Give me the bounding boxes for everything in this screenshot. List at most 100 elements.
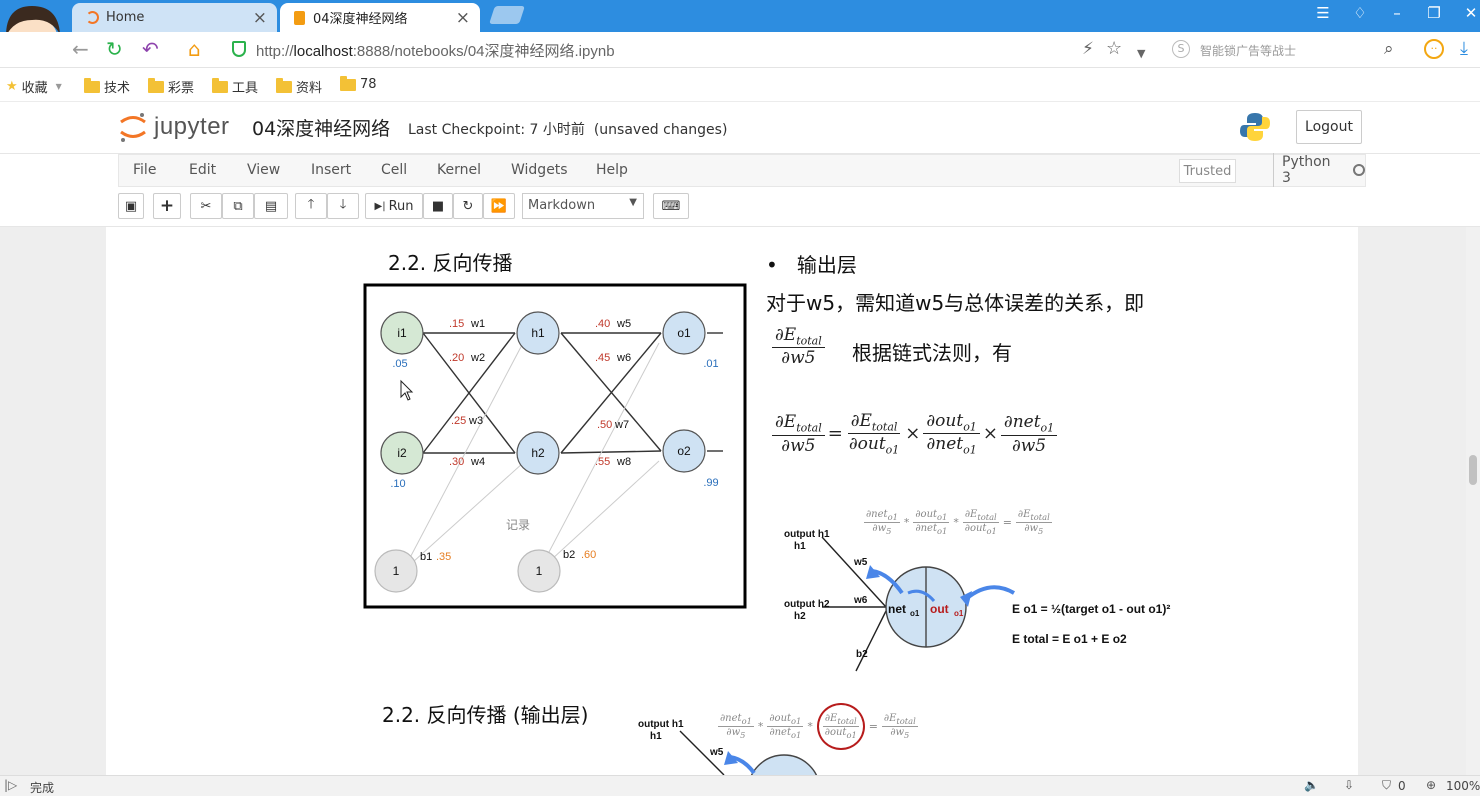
jupyter-logo[interactable]: jupyter: [118, 110, 230, 144]
restart-icon[interactable]: ↻: [453, 193, 483, 219]
tab-notebook[interactable]: 04深度神经网络 ×: [280, 3, 480, 32]
tab-home[interactable]: Home ×: [72, 3, 277, 32]
url-field[interactable]: http://localhost:8888/notebooks/04深度神经网络…: [256, 40, 615, 61]
logout-button[interactable]: Logout: [1296, 110, 1362, 144]
move-up-icon[interactable]: 🡑: [295, 193, 327, 219]
zoom-icon[interactable]: ⊕: [1426, 778, 1436, 792]
node-o2: o2: [677, 444, 691, 458]
back-icon[interactable]: ←: [72, 38, 89, 60]
bookmark-folder[interactable]: 78: [340, 75, 377, 92]
sidebar-toggle-icon[interactable]: |▷: [4, 778, 17, 792]
target-value-o2: .99: [703, 477, 718, 489]
menu-widgets[interactable]: Widgets: [511, 162, 568, 178]
search-icon[interactable]: ⌕: [1384, 38, 1394, 60]
restore-icon[interactable]: ❐: [1423, 4, 1445, 22]
trusted-badge[interactable]: Trusted: [1179, 159, 1236, 183]
weight-w4-value: .30: [449, 456, 464, 468]
label-w6: w6: [853, 595, 868, 606]
run-button[interactable]: ▶| Run: [365, 193, 423, 219]
notebook-title[interactable]: 04深度神经网络: [252, 114, 390, 141]
bookmark-folder[interactable]: 工具: [212, 77, 258, 96]
save-icon[interactable]: ▣: [118, 193, 144, 219]
menu-file[interactable]: File: [133, 162, 156, 178]
scrollbar-thumb[interactable]: [1469, 455, 1477, 485]
add-cell-icon[interactable]: +: [153, 193, 181, 219]
weight-w7-value: .50: [597, 419, 612, 431]
vertical-scrollbar[interactable]: [1466, 227, 1480, 775]
close-window-icon[interactable]: ✕: [1460, 4, 1480, 22]
notebook-content: 2.2. 反向传播 i1 i2 h1 h2 o1 o2 1 1 .05 .10 …: [0, 227, 1480, 775]
status-text: 完成: [30, 781, 55, 795]
folder-icon: [148, 77, 164, 93]
download-icon[interactable]: ⤓: [1460, 38, 1468, 60]
cut-icon[interactable]: ✂: [190, 193, 222, 219]
bookmark-folder[interactable]: 彩票: [148, 77, 194, 96]
menu-help[interactable]: Help: [596, 162, 628, 178]
adblock-count: 0: [1398, 779, 1406, 793]
menu-view[interactable]: View: [247, 162, 280, 178]
node-i1: i1: [397, 326, 407, 340]
output-neuron-diagram: output h1 h1 output h2 h2 w5 w6 b2 net o…: [784, 529, 1170, 672]
move-down-icon[interactable]: 🡓: [327, 193, 359, 219]
bookmark-folder[interactable]: 技术: [84, 77, 130, 96]
label-output-h2: output h2: [784, 599, 830, 610]
search-input[interactable]: 智能锁广告等战士: [1200, 42, 1296, 59]
minimize-icon[interactable]: –: [1386, 4, 1408, 22]
output-neuron-diagram-2: output h1 h1 w5: [638, 719, 818, 775]
svg-text:o1: o1: [954, 609, 964, 618]
paste-icon[interactable]: ▤: [254, 193, 288, 219]
folder-icon: [276, 77, 292, 93]
browser-tab-bar: Home × 04深度神经网络 × ☰ ♢ – ❐ ✕: [0, 0, 1480, 32]
text-w5-relation: 对于w5，需知道w5与总体误差的关系，即: [766, 291, 1145, 315]
bias-b1-value: .35: [436, 551, 451, 563]
weight-w6-name: w6: [616, 352, 631, 364]
copy-icon[interactable]: ⧉: [222, 193, 254, 219]
label-b2: b2: [856, 649, 868, 660]
skin-icon[interactable]: ♢: [1349, 4, 1371, 22]
close-icon[interactable]: ×: [456, 8, 470, 28]
new-tab-button[interactable]: [489, 6, 525, 24]
star-icon[interactable]: ☆: [1106, 38, 1122, 60]
restart-run-all-icon[interactable]: ⏩: [483, 193, 515, 219]
bookmarks-bar: ★ 收藏 ▼ 技术 彩票 工具 资料 78: [0, 68, 1480, 102]
sound-icon[interactable]: 🔈: [1304, 778, 1319, 792]
close-icon[interactable]: ×: [253, 8, 267, 28]
refresh-icon[interactable]: ↻: [106, 38, 123, 60]
equation-eo1: E o1 = ½(target o1 - out o1)²: [1012, 602, 1170, 616]
lightning-icon[interactable]: ⚡: [1082, 38, 1094, 60]
zoom-level[interactable]: 100%: [1446, 779, 1480, 793]
svg-text:h2: h2: [794, 611, 806, 622]
watermark-text: 记录: [506, 518, 530, 532]
bookmark-folder[interactable]: 资料: [276, 77, 322, 96]
weight-w8-name: w8: [616, 456, 631, 468]
undo-icon[interactable]: ↶: [142, 38, 159, 60]
weight-w5-value: .40: [595, 318, 610, 330]
folder-icon: [84, 77, 100, 93]
dropdown-icon[interactable]: ▼: [1137, 43, 1145, 65]
weight-w5-name: w5: [616, 318, 631, 330]
bullet-output-layer: • 输出层: [766, 253, 857, 277]
weight-w8-value: .55: [595, 456, 610, 468]
menu-icon[interactable]: ☰: [1312, 4, 1334, 22]
jupyter-header: jupyter 04深度神经网络 Last Checkpoint: 7 小时前 …: [0, 102, 1480, 154]
download-manager-icon[interactable]: ⇩: [1344, 778, 1354, 792]
menu-insert[interactable]: Insert: [311, 162, 351, 178]
adblock-icon[interactable]: ⛉: [1382, 778, 1391, 793]
address-bar-row: ← ↻ ↶ ⌂ http://localhost:8888/notebooks/…: [0, 32, 1480, 68]
label-w5: w5: [853, 557, 868, 568]
search-engine-icon: S: [1172, 40, 1190, 58]
weight-w7-name: w7: [614, 419, 629, 431]
menu-cell[interactable]: Cell: [381, 162, 407, 178]
weight-w2-name: w2: [470, 352, 485, 364]
emoji-icon[interactable]: ··: [1424, 39, 1444, 59]
menu-edit[interactable]: Edit: [189, 162, 216, 178]
cell-type-select[interactable]: Markdown ▼: [522, 193, 644, 219]
text-chain-rule: 根据链式法则，有: [852, 341, 1012, 365]
kernel-name: Python 3: [1282, 154, 1331, 186]
markdown-cell-slide[interactable]: 2.2. 反向传播 i1 i2 h1 h2 o1 o2 1 1 .05 .10 …: [106, 227, 1358, 775]
menu-kernel[interactable]: Kernel: [437, 162, 481, 178]
bookmark-favorites[interactable]: ★ 收藏 ▼: [6, 77, 62, 96]
keyboard-icon[interactable]: ⌨: [653, 193, 689, 219]
stop-icon[interactable]: ■: [423, 193, 453, 219]
home-icon[interactable]: ⌂: [188, 38, 201, 60]
